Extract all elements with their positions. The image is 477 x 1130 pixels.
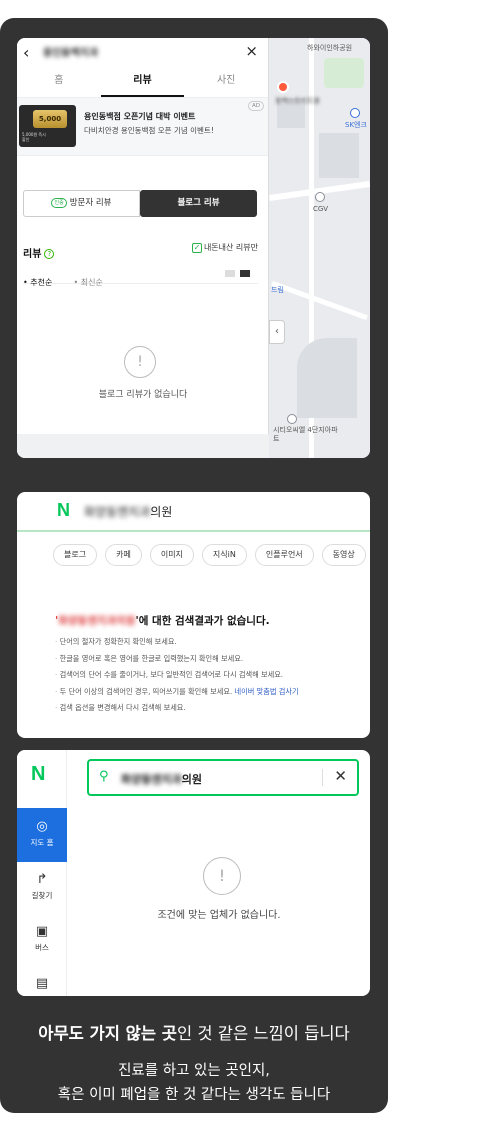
map-label-sk: SK엔크 (345, 121, 367, 129)
search-no-result-screenshot: N 화양동엔치과의원 블로그 카페 이미지 지식iN 인플루언서 동영상 쇼핑 … (17, 492, 370, 738)
list-view-icon[interactable] (225, 270, 235, 277)
ad-headline: 용인동백점 오픈기념 대박 이벤트 (84, 112, 196, 121)
sort-recommended[interactable]: • 추천순 (23, 278, 60, 287)
map-label-apartment: 시티오씨엘 4단지아파트 (273, 426, 338, 443)
collapse-panel-button[interactable]: ‹ (269, 320, 285, 344)
place-pin-icon[interactable] (277, 81, 289, 93)
filter-video[interactable]: 동영상 (321, 544, 366, 566)
tab-home[interactable]: 홈 (17, 66, 101, 97)
tip-item: 단어의 철자가 정확한지 확인해 보세요. (55, 634, 299, 651)
train-icon: ▤ (35, 976, 49, 991)
place-tabs: 홈 리뷰 사진 (17, 66, 268, 98)
verified-badge: 인증 (51, 197, 67, 208)
map-label-center: 동백스트리트몰 (275, 97, 321, 105)
search-icon: ⚲ (99, 769, 109, 784)
place-title: 용인동백치과 (43, 48, 99, 59)
naver-logo[interactable]: N (57, 500, 70, 521)
panel-header: ‹ 용인동백치과 × (17, 38, 268, 66)
ad-badge: AD (248, 101, 264, 111)
filter-kin[interactable]: 지식iN (201, 544, 247, 566)
ad-banner[interactable]: 5,000 5,000원 즉시할인 용인동백점 오픈기념 대박 이벤트 다비치안… (17, 98, 268, 156)
map-search-input[interactable]: ⚲ 화양동엔치과의원 ✕ (87, 759, 359, 796)
dark-frame: 하와이인하공원 동백스트리트몰 SK엔크 CGV 드림 시티오씨엘 4단지아파트… (0, 18, 388, 1113)
place-review-screenshot: 하와이인하공원 동백스트리트몰 SK엔크 CGV 드림 시티오씨엘 4단지아파트… (17, 38, 370, 458)
checkbox-icon[interactable]: ✓ (191, 243, 202, 253)
sidebar-item-bus[interactable]: ▣ 버스 (17, 924, 67, 953)
tip-item: 한글을 영어로 혹은 영어를 한글로 입력했는지 확인해 보세요. (55, 651, 299, 668)
map-search-query[interactable]: 화양동엔치과의원 (121, 771, 202, 787)
map-pin-icon: ◎ (36, 819, 48, 834)
ad-coupon-amount: 5,000 (33, 110, 67, 128)
empty-alert-icon: ! (203, 857, 241, 895)
map-label-station: 드림 (271, 286, 284, 294)
ad-thumb-text: 5,000원 즉시할인 (22, 132, 46, 142)
cgv-icon (315, 192, 325, 202)
place-panel: ‹ 용인동백치과 × 홈 리뷰 사진 5,000 5,000원 즉시할인 용인동… (17, 38, 269, 458)
bus-icon: ▣ (35, 924, 49, 939)
tab-review[interactable]: 리뷰 (100, 66, 185, 97)
view-mode-toggle (220, 270, 250, 279)
apartment-icon (287, 414, 297, 424)
tip-item: 검색 옵션을 변경해서 다시 검색해 보세요. (55, 700, 299, 717)
filter-image[interactable]: 이미지 (149, 544, 194, 566)
empty-message: 블로그 리뷰가 없습니다 (98, 390, 188, 400)
no-result-message: '화양동엔치과의원'에 대한 검색결과가 없습니다. (55, 615, 270, 627)
visitor-review-option[interactable]: 인증 방문자 리뷰 (23, 190, 140, 217)
panel-footer (17, 434, 269, 458)
naver-logo[interactable]: N (31, 763, 45, 786)
clear-icon[interactable]: ✕ (334, 767, 347, 785)
sidebar-item-map-home[interactable]: ◎ 지도 홈 (17, 808, 67, 862)
filter-influencer[interactable]: 인플루언서 (254, 544, 314, 566)
caption-body: 진료를 하고 있는 곳인지, 혹은 이미 폐업을 한 것 같다는 생각도 듭니다 (57, 1063, 331, 1103)
caption-headline: 아무도 가지 않는 곳인 것 같은 느낌이 듭니다 (38, 1024, 350, 1043)
ad-thumbnail: 5,000 5,000원 즉시할인 (19, 105, 76, 147)
close-icon[interactable]: × (245, 42, 258, 60)
card-view-icon[interactable] (240, 270, 250, 277)
blog-review-option[interactable]: 블로그 리뷰 (140, 190, 257, 217)
only-mine-filter[interactable]: ✓ 내돈내산 리뷰만 (191, 242, 258, 253)
filter-blog[interactable]: 블로그 (53, 544, 98, 566)
search-query[interactable]: 화양동엔치과의원 (84, 503, 172, 520)
tab-photo[interactable]: 사진 (184, 66, 268, 97)
visitor-review-label: 방문자 리뷰 (69, 198, 112, 208)
map-label-cgv: CGV (313, 205, 329, 213)
only-mine-label: 내돈내산 리뷰만 (203, 243, 258, 252)
search-filter-tabs: 블로그 카페 이미지 지식iN 인플루언서 동영상 쇼핑 (53, 544, 370, 566)
ad-description: 다비치안경 용인동백점 오픈 기념 이벤트! (84, 126, 214, 135)
review-title: 리뷰 (23, 249, 42, 260)
tip-item: 검색어의 단어 수를 줄이거나, 보다 일반적인 검색어로 다시 검색해 보세요… (55, 667, 299, 684)
filter-cafe[interactable]: 카페 (105, 544, 142, 566)
search-tips: 단어의 철자가 정확한지 확인해 보세요. 한글을 영어로 혹은 영어를 한글로… (55, 634, 299, 717)
empty-message: 조건에 맞는 업체가 없습니다. (157, 910, 281, 921)
map-view[interactable]: 하와이인하공원 동백스트리트몰 SK엔크 CGV 드림 시티오씨엘 4단지아파트… (269, 38, 370, 458)
sort-options: • 추천순 • 최신순 (23, 270, 258, 287)
map-label-park: 하와이인하공원 (307, 44, 353, 52)
help-icon[interactable]: ? (44, 249, 55, 259)
directions-icon: ↱ (36, 872, 48, 887)
map-search-screenshot: N ◎ 지도 홈 ↱ 길찾기 ▣ 버스 ▤ ⚲ 화양동엔치과의원 ✕ ! 조건에 맞는… (17, 750, 370, 996)
spellcheck-link[interactable]: 네이버 맞춤법 검사기 (235, 687, 299, 696)
back-arrow-icon[interactable]: ‹ (23, 43, 29, 62)
sort-latest[interactable]: • 최신순 (73, 278, 110, 287)
sidebar-item-train[interactable]: ▤ (17, 976, 67, 994)
search-header: N 화양동엔치과의원 (17, 492, 370, 532)
tip-item: 두 단어 이상의 검색어인 경우, 띄어쓰기를 확인해 보세요. 네이버 맞춤법… (55, 684, 299, 701)
sidebar-item-directions[interactable]: ↱ 길찾기 (17, 872, 67, 901)
review-type-toggle: 인증 방문자 리뷰 블로그 리뷰 (23, 190, 257, 217)
map-sidebar: N ◎ 지도 홈 ↱ 길찾기 ▣ 버스 ▤ (17, 750, 67, 996)
empty-alert-icon: ! (124, 346, 156, 378)
review-header: 리뷰? ✓ 내돈내산 리뷰만 (23, 242, 258, 260)
subway-icon (350, 108, 360, 118)
